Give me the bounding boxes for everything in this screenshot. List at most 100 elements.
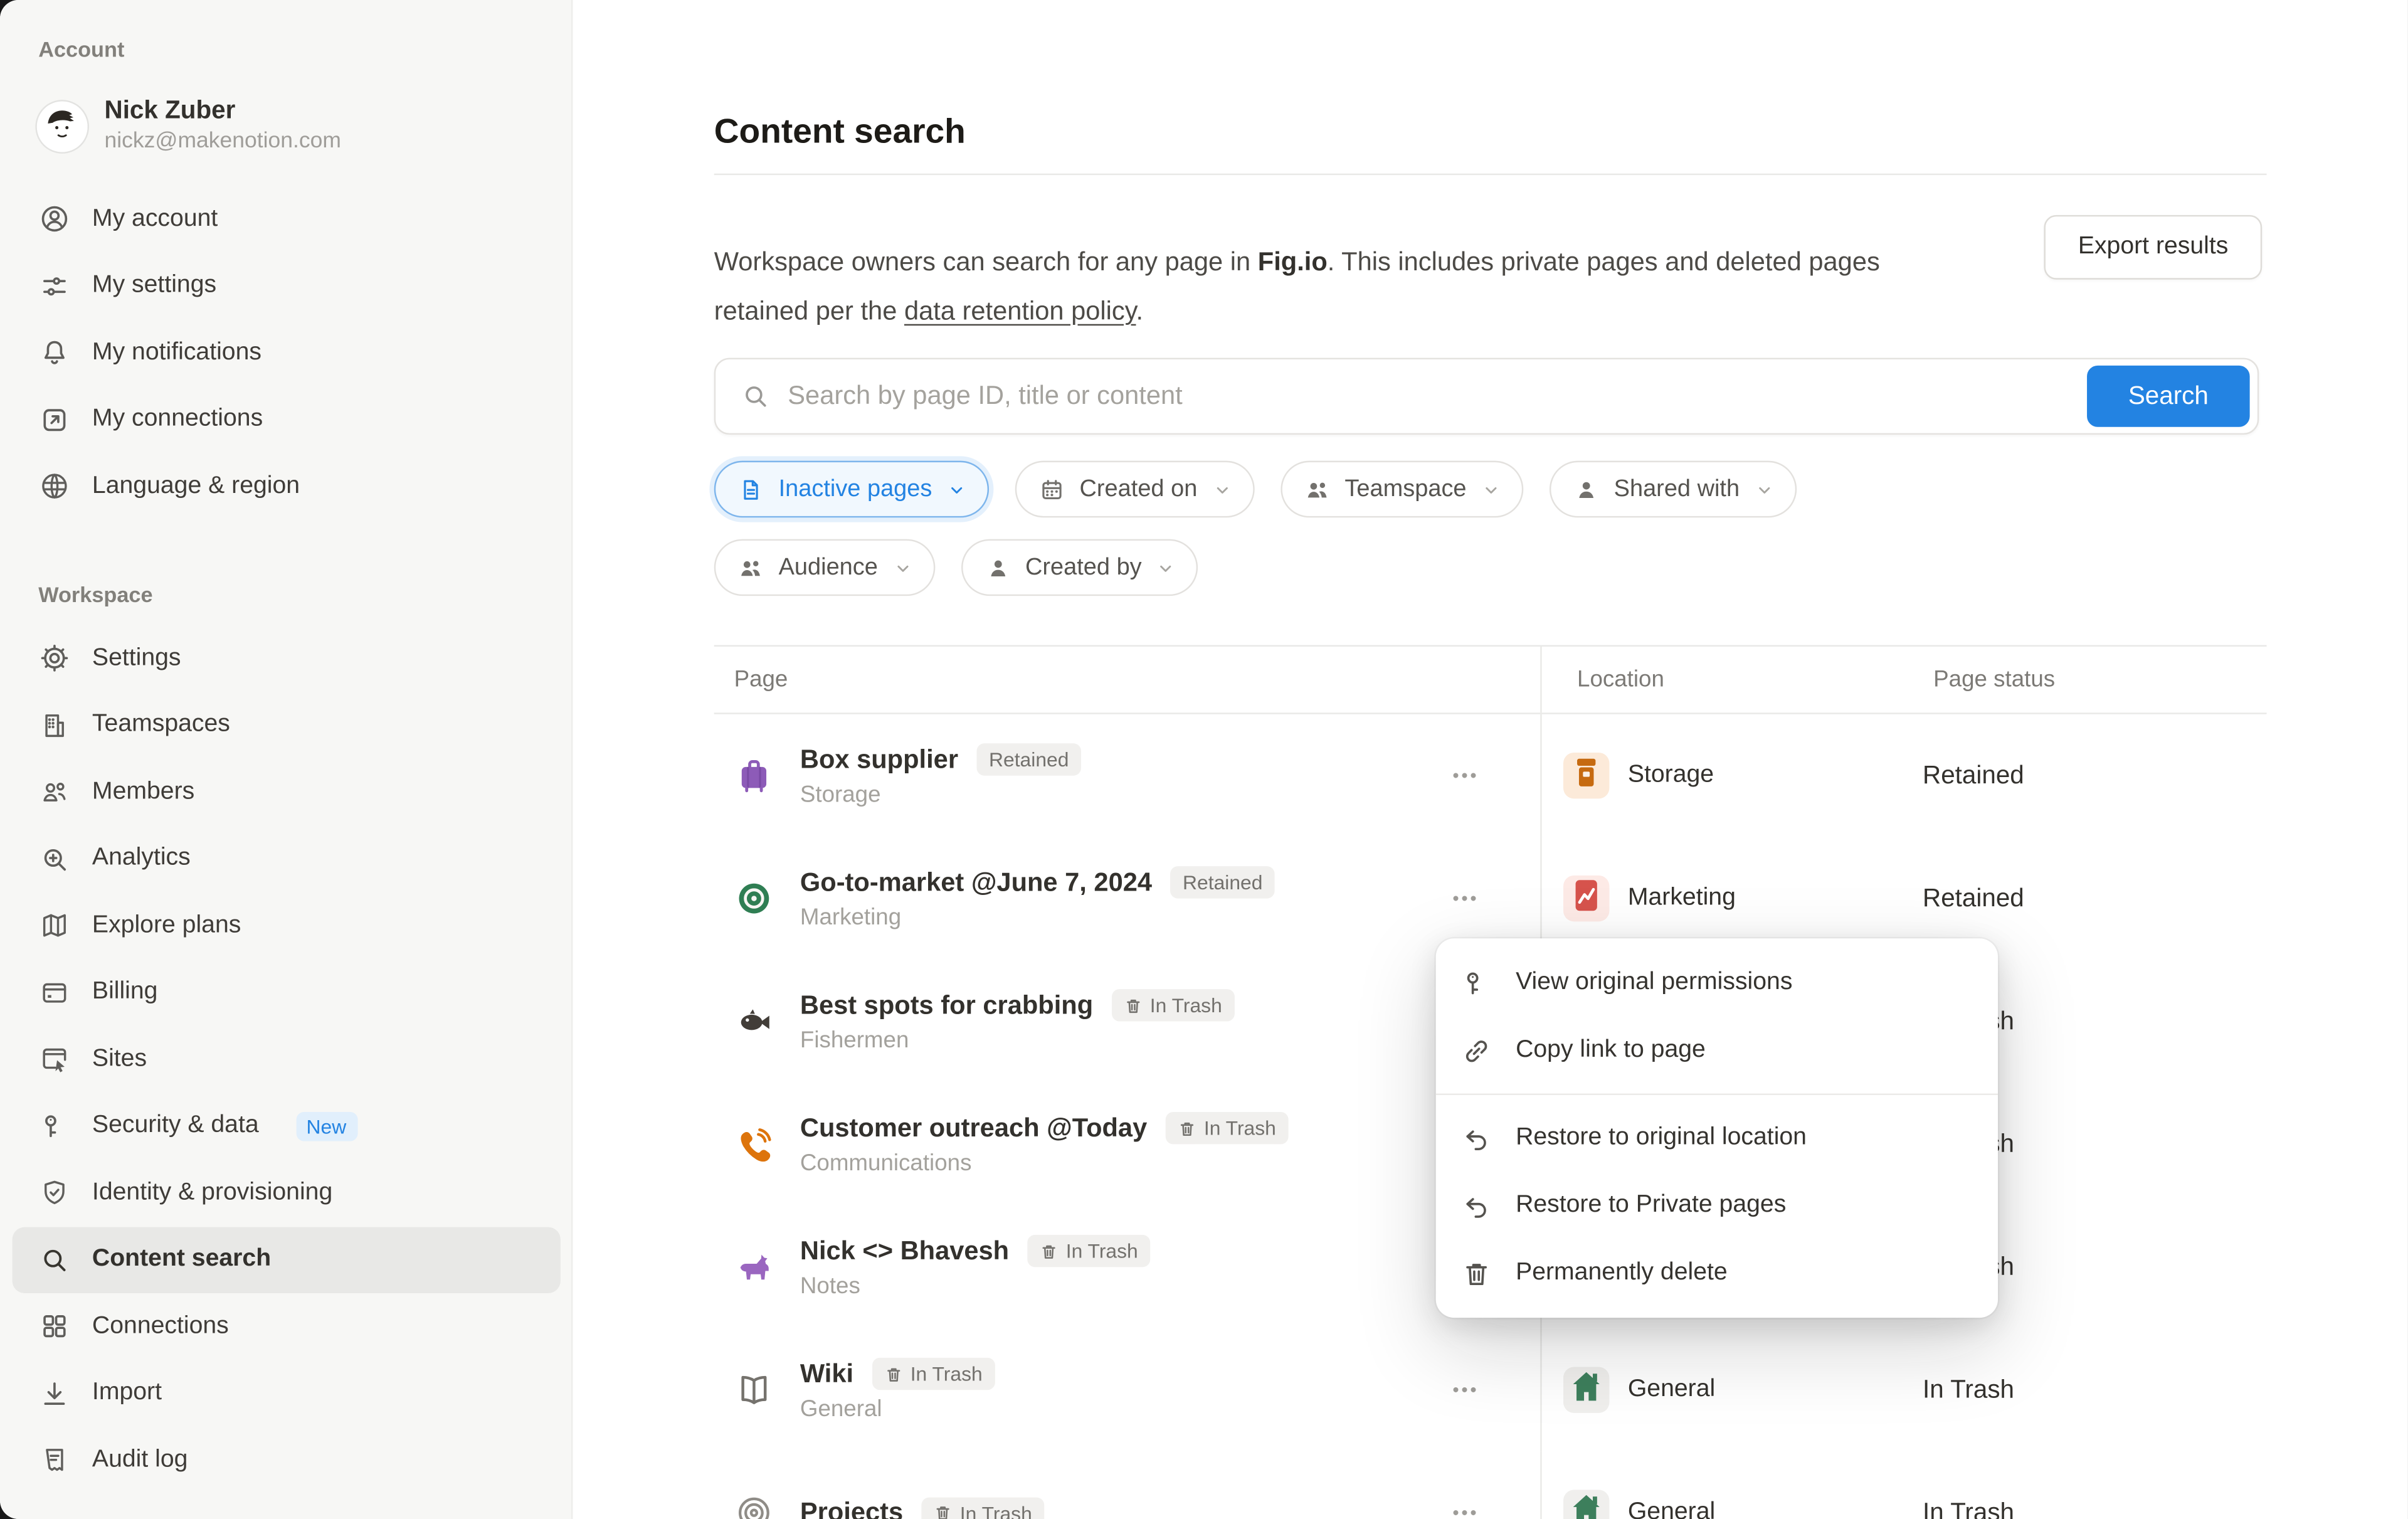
- row-actions-button[interactable]: •••: [1452, 1502, 1479, 1519]
- menu-item-restore-to-private-pages[interactable]: Restore to Private pages: [1436, 1172, 1998, 1240]
- page-icon: [737, 475, 764, 503]
- page-subtitle: Notes: [800, 1273, 1150, 1299]
- row-context-menu: View original permissions Copy link to p…: [1436, 938, 1998, 1318]
- storage-box-icon: [1563, 749, 1609, 803]
- menu-item-permanently-delete[interactable]: Permanently delete: [1436, 1239, 1998, 1307]
- sidebar-item-label: My account: [92, 206, 218, 233]
- filter-created-on[interactable]: Created on: [1015, 461, 1254, 518]
- table-row[interactable]: Box supplier Retained Storage ••• Storag…: [714, 714, 2267, 837]
- sidebar-item-my-notifications[interactable]: My notifications: [13, 319, 561, 386]
- sidebar-item-my-connections[interactable]: My connections: [13, 386, 561, 453]
- description-text: .: [1136, 297, 1143, 326]
- sidebar-item-teamspaces[interactable]: Teamspaces: [13, 692, 561, 759]
- search-button[interactable]: Search: [2087, 366, 2250, 427]
- sidebar-item-security-data[interactable]: Security & data New: [13, 1093, 561, 1160]
- menu-divider: [1436, 1094, 1998, 1095]
- filter-created-by[interactable]: Created by: [961, 539, 1198, 596]
- suitcase-icon: [734, 756, 774, 796]
- row-actions-button[interactable]: •••: [1452, 765, 1479, 786]
- filter-label: Audience: [779, 554, 878, 581]
- sliders-icon: [38, 270, 70, 302]
- workspace-name: Fig.io: [1258, 247, 1328, 277]
- sidebar-item-label: Explore plans: [92, 912, 241, 939]
- chevron-down-icon: [946, 479, 967, 500]
- description-text: Workspace owners can search for any page…: [714, 247, 1258, 277]
- house-icon: [1563, 1486, 1609, 1519]
- menu-item-label: Permanently delete: [1516, 1259, 1728, 1287]
- chart-icon: [1563, 872, 1609, 926]
- trash-icon: [934, 1503, 952, 1518]
- page-subtitle: Communications: [800, 1150, 1289, 1177]
- sidebar-item-explore-plans[interactable]: Explore plans: [13, 892, 561, 960]
- trash-icon: [1124, 996, 1142, 1014]
- row-actions-button[interactable]: •••: [1452, 1379, 1479, 1400]
- page-title-cell: Nick <> Bhavesh: [800, 1236, 1009, 1266]
- chevron-down-icon: [1753, 479, 1775, 500]
- filter-teamspace[interactable]: Teamspace: [1281, 461, 1524, 518]
- donkey-icon: [734, 1247, 774, 1288]
- page-title-cell: Projects: [800, 1498, 903, 1519]
- sidebar-item-my-account[interactable]: My account: [13, 186, 561, 253]
- sidebar-item-audit-log[interactable]: Audit log: [13, 1427, 561, 1494]
- sidebar-item-label: My notifications: [92, 339, 261, 367]
- menu-item-restore-to-original-location[interactable]: Restore to original location: [1436, 1104, 1998, 1172]
- search-bar: Search: [714, 358, 2259, 435]
- sidebar-item-billing[interactable]: Billing: [13, 959, 561, 1026]
- analytics-magnifier-icon: [38, 843, 70, 875]
- browser-cursor-icon: [38, 1043, 70, 1075]
- page-title-cell: Go-to-market @June 7, 2024: [800, 867, 1152, 897]
- sidebar-item-settings[interactable]: Settings: [13, 625, 561, 692]
- sidebar-item-label: Sites: [92, 1045, 147, 1073]
- page-description: Workspace owners can search for any page…: [714, 238, 1894, 337]
- sidebar-item-identity-provisioning[interactable]: Identity & provisioning: [13, 1160, 561, 1227]
- workspace-nav: Settings Teamspaces Members Analytics Ex…: [13, 625, 561, 1494]
- sidebar-item-my-settings[interactable]: My settings: [13, 253, 561, 320]
- location-icon-tile: [1563, 1367, 1609, 1413]
- export-results-button[interactable]: Export results: [2044, 215, 2262, 280]
- title-divider: [714, 174, 2267, 175]
- book-icon: [734, 1370, 774, 1410]
- teamspace-people-icon: [1303, 475, 1331, 503]
- sidebar-item-analytics[interactable]: Analytics: [13, 825, 561, 892]
- phone-icon: [734, 1125, 774, 1165]
- filter-inactive-pages[interactable]: Inactive pages: [714, 461, 989, 518]
- row-actions-button[interactable]: •••: [1452, 887, 1479, 909]
- table-row[interactable]: Projects In Trash ••• General In Trash: [714, 1451, 2267, 1519]
- audit-scroll-icon: [38, 1444, 70, 1476]
- sidebar-item-import[interactable]: Import: [13, 1360, 561, 1427]
- sidebar-item-content-search[interactable]: Content search: [13, 1226, 561, 1293]
- account-user-summary: Nick Zuber nickz@makenotion.com: [37, 95, 341, 157]
- sidebar-item-label: Teamspaces: [92, 711, 230, 739]
- sidebar-item-sites[interactable]: Sites: [13, 1026, 561, 1093]
- bell-icon: [38, 337, 70, 369]
- trash-icon: [1178, 1119, 1196, 1137]
- location-icon-tile: [1563, 1490, 1609, 1519]
- filter-label: Created by: [1025, 554, 1142, 581]
- calendar-icon: [1038, 475, 1065, 503]
- members-icon: [38, 776, 70, 808]
- trash-icon: [1040, 1242, 1058, 1260]
- chevron-down-icon: [1211, 479, 1232, 500]
- search-input[interactable]: [784, 379, 2087, 413]
- page-subtitle: General: [800, 1396, 995, 1422]
- link-icon: [1460, 1034, 1492, 1066]
- filter-audience[interactable]: Audience: [714, 539, 935, 596]
- sidebar-item-label: My connections: [92, 406, 263, 433]
- sidebar-item-language-region[interactable]: Language & region: [13, 453, 561, 520]
- workspace-section-label: Workspace: [38, 582, 152, 606]
- table-row[interactable]: Wiki In Trash General ••• General In Tra…: [714, 1328, 2267, 1451]
- sidebar-item-connections[interactable]: Connections: [13, 1293, 561, 1360]
- user-email: nickz@makenotion.com: [105, 127, 341, 157]
- data-retention-policy-link[interactable]: data retention policy: [904, 297, 1136, 326]
- sidebar-item-members[interactable]: Members: [13, 759, 561, 826]
- menu-item-view-original-permissions[interactable]: View original permissions: [1436, 949, 1998, 1017]
- filter-shared-with[interactable]: Shared with: [1550, 461, 1797, 518]
- house-icon: [1563, 1363, 1609, 1417]
- sidebar-item-label: Audit log: [92, 1446, 187, 1474]
- menu-item-copy-link-to-page[interactable]: Copy link to page: [1436, 1017, 1998, 1084]
- page-title: Content search: [714, 112, 966, 152]
- chevron-down-icon: [1481, 479, 1502, 500]
- page-subtitle: Fishermen: [800, 1027, 1235, 1054]
- page-status: In Trash: [1923, 1451, 2267, 1519]
- in-trash-badge: In Trash: [1166, 1112, 1289, 1144]
